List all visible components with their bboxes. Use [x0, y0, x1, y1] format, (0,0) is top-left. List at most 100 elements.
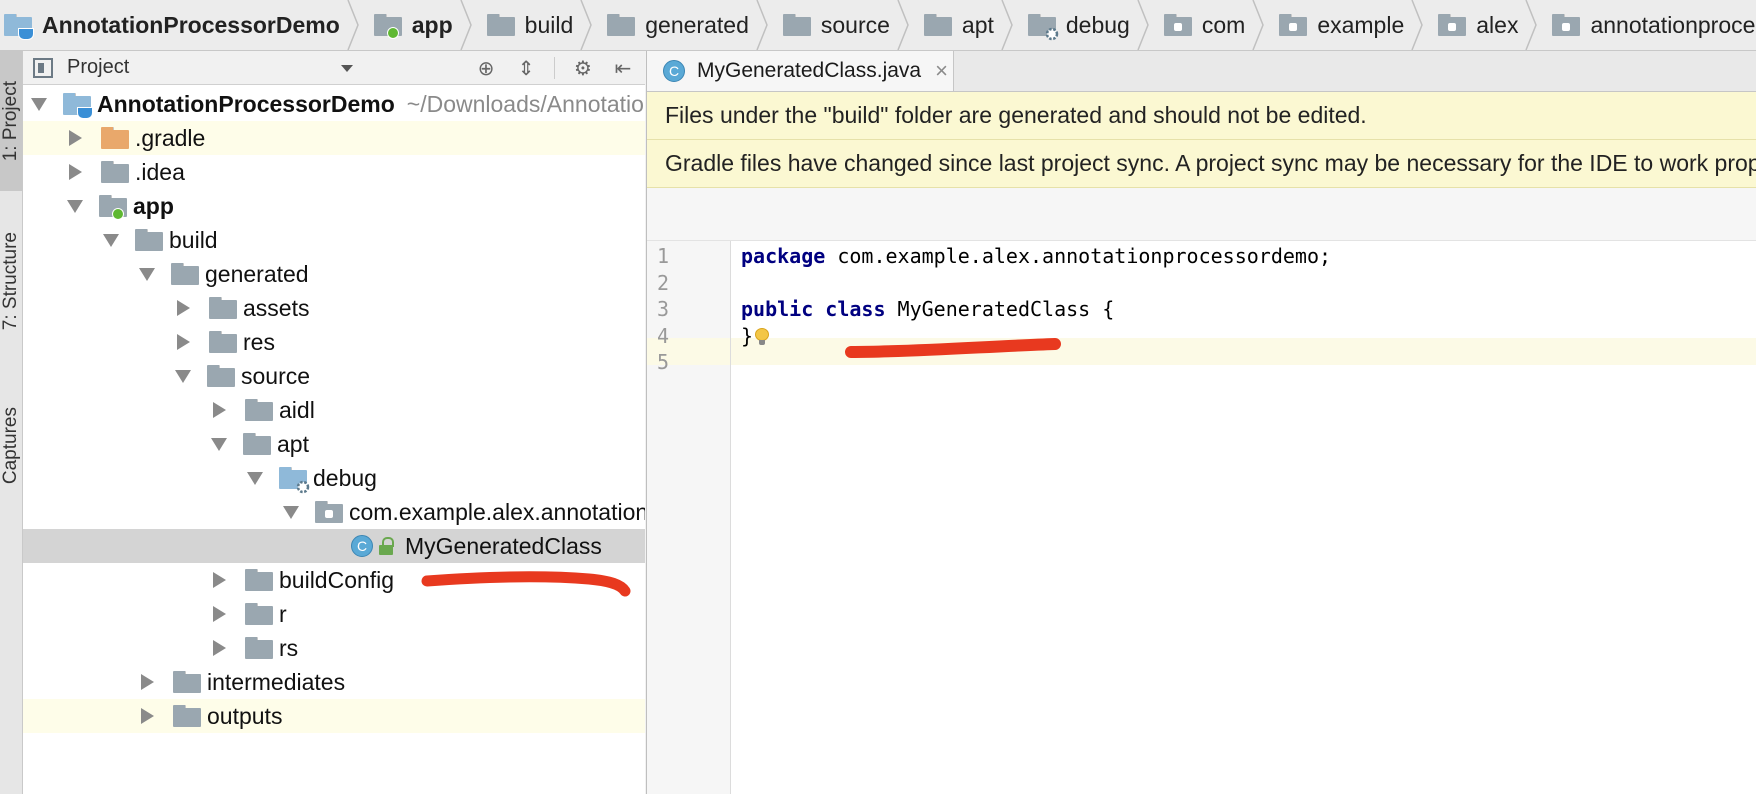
tree-node[interactable]: AnnotationProcessorDemo ~/Downloads/Annot…: [23, 87, 645, 121]
breadcrumb-item[interactable]: source: [769, 0, 896, 50]
banner-text: Files under the "build" folder are gener…: [665, 102, 1367, 128]
breadcrumb-item[interactable]: debug: [1014, 0, 1136, 50]
hide-panel-icon[interactable]: ⇤: [611, 56, 635, 80]
collapsed-arrow-icon[interactable]: [213, 640, 226, 656]
tree-node[interactable]: generated: [23, 257, 645, 291]
collapsed-arrow-icon[interactable]: [213, 402, 226, 418]
code-line[interactable]: public class MyGeneratedClass {: [741, 297, 1114, 321]
project-view-selector[interactable]: Project: [33, 56, 129, 79]
close-icon[interactable]: ×: [935, 58, 948, 84]
gradle-sync-banner[interactable]: Gradle files have changed since last pro…: [647, 140, 1756, 188]
tree-node[interactable]: buildConfig: [23, 563, 645, 597]
folder-icon: [245, 399, 273, 421]
gear-icon[interactable]: ⚙: [571, 56, 595, 80]
tree-node[interactable]: build: [23, 223, 645, 257]
folder-icon: [486, 14, 515, 36]
tree-node[interactable]: app: [23, 189, 645, 223]
tree-node-label: apt: [277, 430, 309, 457]
tool-window-project-button[interactable]: 1: Project: [0, 51, 22, 191]
tree-node[interactable]: outputs: [23, 699, 645, 733]
collapsed-arrow-icon[interactable]: [177, 300, 190, 316]
breadcrumb-item[interactable]: AnnotationProcessorDemo: [0, 0, 346, 50]
tree-node[interactable]: apt: [23, 427, 645, 461]
module-folder-icon: [373, 14, 402, 39]
code-keyword: package: [741, 244, 826, 268]
breadcrumb-item[interactable]: build: [473, 0, 580, 50]
expanded-arrow-icon[interactable]: [67, 199, 83, 213]
tree-node-label: MyGeneratedClass: [405, 532, 602, 559]
folder-icon: [243, 433, 271, 455]
code-line[interactable]: }: [741, 324, 770, 348]
tree-node[interactable]: source: [23, 359, 645, 393]
line-number: 4: [657, 323, 670, 348]
breadcrumb-separator: [1251, 0, 1265, 50]
tree-node[interactable]: aidl: [23, 393, 645, 427]
collapsed-arrow-icon[interactable]: [141, 674, 154, 690]
expanded-arrow-icon[interactable]: [103, 233, 119, 247]
collapsed-arrow-icon[interactable]: [213, 606, 226, 622]
project-folder-icon: [63, 93, 93, 119]
breadcrumb-label: alex: [1476, 11, 1519, 38]
tree-node[interactable]: assets: [23, 291, 645, 325]
tool-window-captures-button[interactable]: Captures: [0, 381, 22, 511]
locate-icon[interactable]: ⊕: [474, 56, 498, 80]
collapsed-arrow-icon[interactable]: [213, 572, 226, 588]
tree-node[interactable]: r: [23, 597, 645, 631]
tree-node[interactable]: rs: [23, 631, 645, 665]
tree-node-label: buildConfig: [279, 566, 395, 593]
editor-tab-mygeneratedclass[interactable]: C MyGeneratedClass.java ×: [647, 51, 954, 91]
breadcrumb-item[interactable]: annotationprocessordemo: [1538, 0, 1756, 50]
chevron-down-icon[interactable]: [341, 65, 353, 72]
breadcrumb-item[interactable]: com: [1150, 0, 1251, 50]
lightbulb-icon[interactable]: [755, 328, 770, 346]
tree-node-label: build: [169, 226, 218, 253]
tree-node[interactable]: debug: [23, 461, 645, 495]
tree-node[interactable]: intermediates: [23, 665, 645, 699]
breadcrumb-item[interactable]: generated: [593, 0, 755, 50]
breadcrumb-item[interactable]: alex: [1424, 0, 1524, 50]
tree-node[interactable]: C MyGeneratedClass: [23, 529, 645, 563]
line-number: 3: [657, 297, 670, 321]
tree-node[interactable]: .idea: [23, 155, 645, 189]
code-text: com.example.alex.annotationprocessordemo…: [825, 244, 1332, 268]
breadcrumb-label: annotationprocessordemo: [1590, 11, 1756, 38]
project-panel: Project ⊕ ⇕ ⚙ ⇤ AnnotationProcessorDemo ~…: [23, 51, 645, 794]
collapsed-arrow-icon[interactable]: [177, 334, 190, 350]
editor-tab-label: MyGeneratedClass.java: [697, 59, 922, 82]
project-folder-icon: [4, 14, 34, 40]
tree-node[interactable]: res: [23, 325, 645, 359]
breadcrumb-item[interactable]: apt: [910, 0, 1000, 50]
folder-icon: [245, 603, 273, 625]
breadcrumb-item[interactable]: app: [360, 0, 459, 50]
collapsed-arrow-icon[interactable]: [141, 708, 154, 724]
breadcrumb-separator: [579, 0, 593, 50]
collapsed-arrow-icon[interactable]: [69, 130, 82, 146]
tool-window-structure-button[interactable]: 7: Structure: [0, 211, 22, 351]
expanded-arrow-icon[interactable]: [283, 505, 299, 519]
tree-node[interactable]: com.example.alex.annotationprocessordemo: [23, 495, 645, 529]
folder-icon: [209, 331, 237, 353]
lock-icon: [379, 537, 395, 555]
folder-icon: [209, 297, 237, 319]
breadcrumb-label: generated: [645, 11, 749, 38]
code-line[interactable]: package com.example.alex.annotationproce…: [741, 244, 1331, 268]
breadcrumb-item[interactable]: example: [1265, 0, 1410, 50]
project-panel-header: Project ⊕ ⇕ ⚙ ⇤: [23, 51, 645, 85]
collapsed-arrow-icon[interactable]: [69, 164, 82, 180]
code-editor[interactable]: 1 package com.example.alex.annotationproc…: [647, 241, 1756, 794]
tree-node[interactable]: .gradle: [23, 121, 645, 155]
generated-file-warning-banner: Files under the "build" folder are gener…: [647, 92, 1756, 140]
expanded-arrow-icon[interactable]: [139, 267, 155, 281]
folder-icon: [173, 705, 201, 727]
expanded-arrow-icon[interactable]: [247, 471, 263, 485]
expanded-arrow-icon[interactable]: [175, 369, 191, 383]
breadcrumb-label: app: [411, 11, 453, 38]
left-tool-strip: 1: Project 7: Structure Captures: [0, 51, 23, 794]
breadcrumb-label: AnnotationProcessorDemo: [42, 11, 340, 38]
expanded-arrow-icon[interactable]: [211, 437, 227, 451]
package-icon: [1279, 14, 1308, 36]
expanded-arrow-icon[interactable]: [31, 97, 47, 111]
tree-node-label: AnnotationProcessorDemo: [97, 90, 395, 117]
collapse-all-icon[interactable]: ⇕: [514, 56, 538, 80]
line-number: 2: [657, 270, 670, 295]
